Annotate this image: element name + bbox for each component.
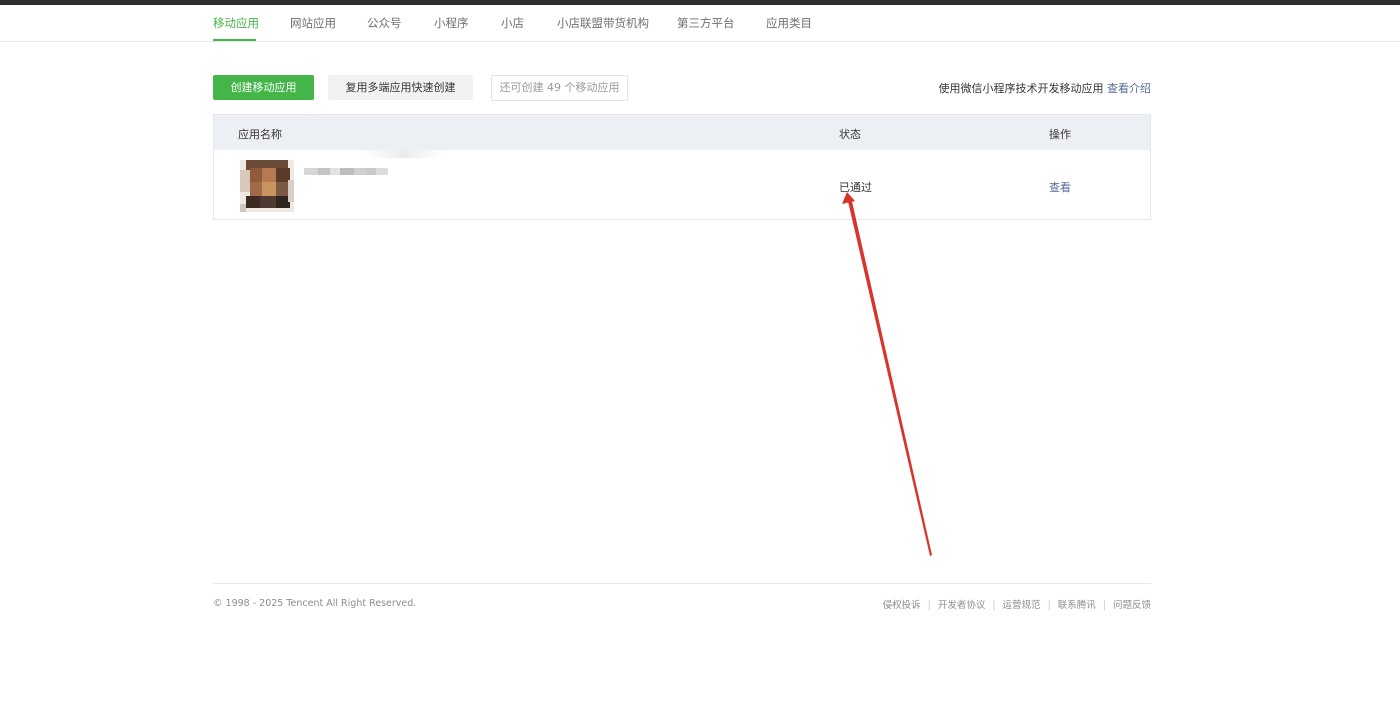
footer-separator: | <box>927 600 931 611</box>
header-action: 操作 <box>1049 128 1071 141</box>
table-row: 已通过 查看 <box>214 150 1150 220</box>
app-icon <box>240 160 294 212</box>
footer-link-infringement[interactable]: 侵权投诉 <box>883 600 921 611</box>
view-intro-link[interactable]: 查看介绍 <box>1107 82 1151 95</box>
header-status: 状态 <box>839 128 861 141</box>
footer-separator: | <box>1102 600 1106 611</box>
tab-third-party[interactable]: 第三方平台 <box>677 15 735 31</box>
active-tab-indicator <box>213 39 256 41</box>
create-mobile-app-button[interactable]: 创建移动应用 <box>213 75 314 100</box>
footer-link-developer-agreement[interactable]: 开发者协议 <box>938 600 986 611</box>
footer-link-operation-rules[interactable]: 运营规范 <box>1003 600 1041 611</box>
tab-official-account[interactable]: 公众号 <box>367 15 402 31</box>
tab-website-apps[interactable]: 网站应用 <box>290 15 336 31</box>
app-table: 应用名称 状态 操作 已通过 查看 <box>213 114 1151 220</box>
top-nav: 移动应用 网站应用 公众号 小程序 小店 小店联盟带货机构 第三方平台 应用类目 <box>0 5 1400 42</box>
blur-smudge <box>364 150 444 158</box>
tab-shop-affiliate[interactable]: 小店联盟带货机构 <box>557 15 649 31</box>
remaining-quota: 还可创建 49 个移动应用 <box>491 75 628 101</box>
annotation-arrow <box>842 192 932 556</box>
tab-mini-program[interactable]: 小程序 <box>434 15 469 31</box>
status-badge: 已通过 <box>839 181 872 194</box>
reuse-multiplatform-app-button[interactable]: 复用多端应用快速创建 <box>328 75 473 100</box>
tab-mobile-apps[interactable]: 移动应用 <box>213 15 259 31</box>
view-app-link[interactable]: 查看 <box>1049 179 1071 195</box>
tab-shop[interactable]: 小店 <box>501 15 524 31</box>
footer-divider <box>213 583 1151 584</box>
tab-app-categories[interactable]: 应用类目 <box>766 15 812 31</box>
header-app-name: 应用名称 <box>238 128 282 141</box>
footer-separator: | <box>992 600 996 611</box>
footer-links: 侵权投诉 | 开发者协议 | 运营规范 | 联系腾讯 | 问题反馈 <box>883 597 1151 611</box>
footer-link-contact-tencent[interactable]: 联系腾讯 <box>1058 600 1096 611</box>
table-header: 应用名称 状态 操作 <box>214 115 1150 150</box>
app-name-blurred <box>304 168 388 175</box>
footer-separator: | <box>1047 600 1051 611</box>
intro-text: 使用微信小程序技术开发移动应用 <box>938 82 1104 95</box>
miniprogram-intro: 使用微信小程序技术开发移动应用 查看介绍 <box>939 80 1152 96</box>
copyright-text: © 1998 - 2025 Tencent All Right Reserved… <box>213 598 417 609</box>
footer-link-feedback[interactable]: 问题反馈 <box>1113 600 1151 611</box>
